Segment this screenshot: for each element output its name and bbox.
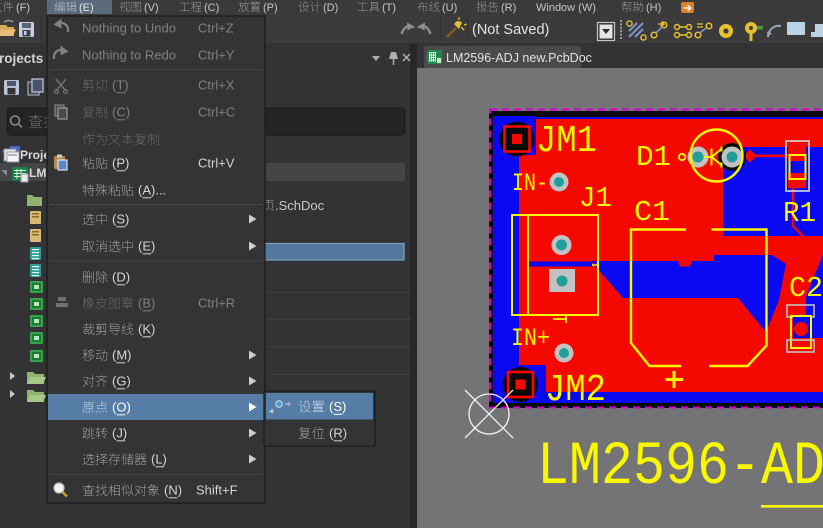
svg-text:Projects: Projects (0, 51, 43, 66)
svg-text:(O): (O) (112, 400, 131, 415)
svg-text:(Not Saved): (Not Saved) (472, 22, 549, 38)
svg-text:(S): (S) (329, 399, 346, 414)
svg-text:(N): (N) (164, 483, 182, 498)
svg-text:(R): (R) (501, 2, 516, 14)
svg-text:(L): (L) (151, 452, 167, 467)
svg-text:(C): (C) (112, 105, 130, 120)
svg-text:Window (W): Window (W) (536, 2, 596, 14)
svg-text:Ctrl+R: Ctrl+R (198, 296, 235, 311)
svg-text:R1: R1 (783, 197, 816, 230)
svg-text:(S): (S) (112, 212, 129, 227)
svg-text:(R): (R) (329, 426, 347, 441)
svg-text:(G): (G) (112, 374, 131, 389)
svg-text:Shift+F: Shift+F (196, 483, 238, 498)
svg-text:LM2596-ADJ: LM2596-ADJ (537, 433, 823, 502)
svg-text:.SchDoc: .SchDoc (275, 198, 325, 213)
svg-text:Ctrl+V: Ctrl+V (198, 156, 235, 171)
svg-text:(F): (F) (16, 2, 30, 14)
svg-text:(V): (V) (144, 2, 159, 14)
svg-text:Ctrl+Y: Ctrl+Y (198, 48, 235, 63)
svg-text:(B): (B) (138, 296, 155, 311)
svg-text:JM2: JM2 (545, 369, 606, 412)
svg-text:(P): (P) (112, 156, 129, 171)
svg-text:C2: C2 (789, 272, 823, 305)
svg-text:Nothing to Undo: Nothing to Undo (82, 21, 176, 36)
svg-text:(C): (C) (204, 2, 219, 14)
svg-text:(E): (E) (138, 239, 155, 254)
svg-text:C1: C1 (634, 196, 670, 229)
svg-text:(A)...: (A)... (138, 183, 166, 198)
svg-text:Ctrl+X: Ctrl+X (198, 78, 235, 93)
svg-text:J1: J1 (579, 182, 612, 215)
svg-text:(M): (M) (112, 348, 132, 363)
svg-text:IN-: IN- (512, 169, 548, 198)
svg-text:(P): (P) (263, 2, 278, 14)
svg-text:(K): (K) (138, 322, 155, 337)
svg-text:(U): (U) (442, 2, 457, 14)
svg-text:D1: D1 (636, 141, 671, 174)
svg-text:JM1: JM1 (536, 120, 597, 163)
svg-text:LM2596-ADJ new.PcbDoc: LM2596-ADJ new.PcbDoc (446, 51, 592, 65)
svg-text:(D): (D) (323, 2, 338, 14)
svg-text:IN+: IN+ (511, 324, 550, 353)
svg-text:(T): (T) (112, 78, 129, 93)
svg-text:Nothing to Redo: Nothing to Redo (82, 48, 176, 63)
svg-text:(D): (D) (112, 270, 130, 285)
svg-text:(H): (H) (646, 2, 661, 14)
svg-text:(J): (J) (112, 426, 127, 441)
svg-text:(E): (E) (79, 2, 94, 14)
svg-text:(T): (T) (382, 2, 396, 14)
svg-text:Ctrl+C: Ctrl+C (198, 105, 235, 120)
svg-text:Ctrl+Z: Ctrl+Z (198, 21, 234, 36)
